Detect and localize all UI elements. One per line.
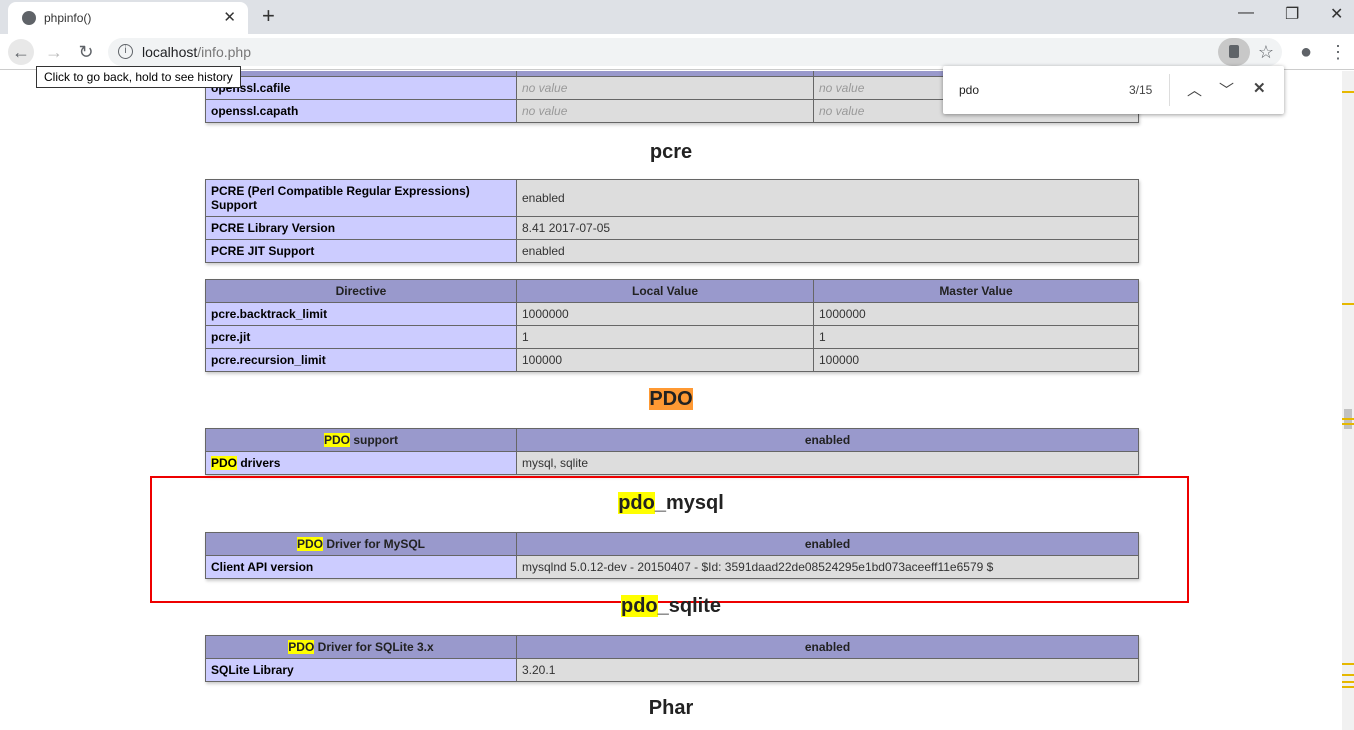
vertical-scrollbar[interactable] — [1342, 71, 1354, 730]
section-heading-phar: Phar — [648, 697, 694, 719]
url-host: localhost — [142, 44, 198, 60]
url-path: /info.php — [197, 44, 251, 60]
table-row: pcre.recursion_limit 100000 100000 — [205, 348, 1139, 372]
globe-icon — [22, 11, 36, 25]
table-row: PDO drivers mysql, sqlite — [205, 451, 1139, 475]
section-heading-pdo-sqlite: pdo_sqlite — [620, 595, 721, 617]
find-input[interactable]: pdo — [959, 83, 979, 97]
table-row: PCRE Library Version 8.41 2017-07-05 — [205, 216, 1139, 240]
reload-button[interactable]: ↻ — [73, 39, 99, 65]
back-button[interactable]: ← — [8, 39, 34, 65]
info-icon[interactable]: i — [118, 44, 133, 59]
section-heading-pcre: pcre — [649, 141, 693, 163]
new-tab-button[interactable]: + — [262, 3, 275, 29]
table-row: pcre.backtrack_limit 1000000 1000000 — [205, 302, 1139, 326]
find-next-icon[interactable]: ﹀ — [1219, 79, 1234, 100]
toolbar: ← → ↻ i localhost/info.php ☆ ● ⋮ — [0, 34, 1354, 70]
table-row: PCRE (Perl Compatible Regular Expression… — [205, 179, 1139, 217]
find-match-count: 3/15 — [1129, 83, 1153, 97]
bookmark-star-icon[interactable]: ☆ — [1253, 39, 1279, 65]
table-row: PCRE JIT Support enabled — [205, 239, 1139, 263]
minimize-button[interactable]: — — [1238, 4, 1254, 22]
menu-icon[interactable]: ⋮ — [1325, 39, 1351, 65]
pcre-directives-table: Directive Local Value Master Value pcre.ba… — [205, 279, 1139, 372]
find-close-icon[interactable]: ✕ — [1253, 79, 1266, 97]
find-in-page-icon[interactable] — [1218, 38, 1250, 66]
back-tooltip: Click to go back, hold to see history — [36, 66, 241, 88]
tab-title: phpinfo() — [44, 11, 92, 25]
forward-button[interactable]: → — [41, 39, 67, 65]
close-tab-icon[interactable]: ✕ — [223, 8, 236, 26]
annotation-red-box — [150, 476, 1189, 603]
restore-button[interactable]: ❐ — [1285, 4, 1299, 24]
pcre-table: PCRE (Perl Compatible Regular Expression… — [205, 179, 1139, 263]
table-row: SQLite Library 3.20.1 — [205, 658, 1139, 682]
close-window-button[interactable]: ✕ — [1330, 4, 1343, 24]
pdo-table: PDO support enabled PDO drivers mysql, sql… — [205, 428, 1139, 475]
page-content: openssl.cafile no value no value openssl.c… — [0, 71, 1342, 730]
pdo-sqlite-table: PDO Driver for SQLite 3.x enabled SQLite … — [205, 635, 1139, 682]
address-bar[interactable]: i localhost/info.php — [108, 38, 1282, 66]
table-row: pcre.jit 1 1 — [205, 325, 1139, 349]
tab-phpinfo[interactable]: phpinfo() ✕ — [8, 2, 248, 34]
find-previous-icon[interactable]: ︿ — [1187, 79, 1202, 100]
find-bar: pdo 3/15 ︿ ﹀ ✕ — [943, 66, 1284, 114]
tab-strip: phpinfo() ✕ + — ❐ ✕ — [0, 0, 1354, 34]
section-heading-pdo: PDO — [649, 388, 693, 410]
profile-icon[interactable]: ● — [1293, 39, 1319, 65]
